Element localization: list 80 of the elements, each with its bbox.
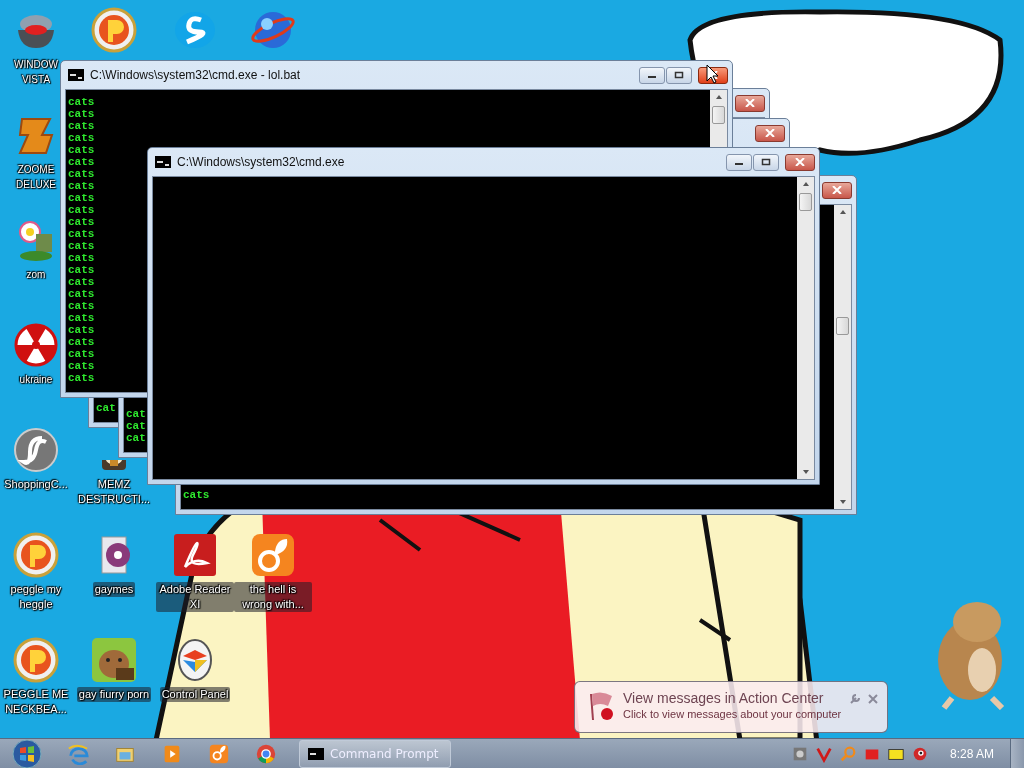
- taskbar-button[interactable]: Command Prompt: [299, 739, 451, 768]
- console-line: cats: [68, 180, 95, 192]
- console-icon: [155, 156, 171, 168]
- console-line: cats: [68, 372, 95, 384]
- console-line: cats: [68, 120, 95, 132]
- console-line: cats: [68, 204, 95, 216]
- hamster-icon[interactable]: [90, 636, 138, 684]
- console-line: cats: [68, 108, 95, 120]
- console-line: cats: [68, 216, 95, 228]
- icon-label[interactable]: gaymes: [92, 582, 136, 597]
- console-line: cats: [68, 132, 95, 144]
- console-line: cat: [126, 408, 146, 420]
- ball-icon[interactable]: [12, 636, 60, 684]
- console-line: cats: [68, 336, 95, 348]
- console-line: cats: [68, 144, 95, 156]
- clock[interactable]: 8:28 AM: [949, 746, 994, 761]
- show-desktop-button[interactable]: [1010, 738, 1024, 768]
- console-line: cats: [68, 228, 95, 240]
- console-line: cats: [68, 300, 95, 312]
- icon-label[interactable]: MEMZ DESTRUCTI...: [76, 477, 152, 507]
- close-icon: [765, 129, 775, 137]
- swirl-tile-icon[interactable]: [171, 531, 219, 579]
- icon-label[interactable]: ShoppingC...: [4, 477, 68, 492]
- icon-label[interactable]: WINDOW VISTA: [12, 57, 60, 87]
- icon-label[interactable]: peggle my heggle: [0, 582, 72, 612]
- window-title: C:\Windows\system32\cmd.exe: [177, 155, 345, 169]
- notification-text: Click to view messages about your computer: [623, 708, 843, 720]
- close-icon: [708, 71, 718, 79]
- console-line: cats: [68, 252, 95, 264]
- window-title: C:\Windows\system32\cmd.exe - lol.bat: [90, 68, 301, 82]
- maximize-button[interactable]: [666, 66, 692, 84]
- icon-label[interactable]: ukraine: [19, 372, 53, 387]
- console-line: cats: [68, 240, 95, 252]
- console-line: cats: [68, 312, 95, 324]
- close-button[interactable]: [785, 153, 815, 171]
- minimize-button[interactable]: [639, 66, 665, 84]
- squirrel-icon[interactable]: [249, 531, 297, 579]
- console-icon: [308, 747, 324, 760]
- console-line: cats: [68, 348, 95, 360]
- notification-title: View messages in Action Center: [623, 690, 825, 706]
- close-button[interactable]: [755, 124, 785, 142]
- console-icon: [68, 69, 84, 81]
- console-line: cats: [68, 276, 95, 288]
- icon-label[interactable]: ZOOME DELUXE: [12, 162, 60, 192]
- close-button[interactable]: [735, 94, 765, 112]
- radiation-icon[interactable]: [12, 321, 60, 369]
- icon-label[interactable]: zom: [26, 267, 46, 282]
- console-line: cats: [68, 192, 95, 204]
- icon-label[interactable]: gay fiurry porn: [76, 687, 152, 702]
- disc-icon[interactable]: [12, 426, 60, 474]
- console-line: cats: [68, 168, 95, 180]
- ball-icon[interactable]: [12, 531, 60, 579]
- maximize-icon: [761, 158, 771, 166]
- console-line: cats: [68, 288, 95, 300]
- maximize-button[interactable]: [753, 153, 779, 171]
- scroll-thumb[interactable]: [712, 106, 725, 124]
- close-icon[interactable]: [867, 693, 879, 705]
- console-line: cat: [126, 432, 146, 444]
- ball-icon[interactable]: [90, 6, 138, 54]
- scroll-thumb[interactable]: [799, 193, 812, 211]
- cursor-icon: [706, 64, 718, 84]
- console-line: cats: [68, 96, 95, 108]
- console-line: cats: [68, 156, 95, 168]
- maximize-icon: [674, 71, 684, 79]
- close-icon: [745, 99, 755, 107]
- console-line: cats: [68, 324, 95, 336]
- console-line: cats: [183, 489, 210, 501]
- wrench-icon[interactable]: [849, 693, 861, 705]
- close-button[interactable]: [822, 181, 852, 199]
- console-line: cat: [126, 420, 146, 432]
- minimize-button[interactable]: [726, 153, 752, 171]
- notification-balloon[interactable]: View messages in Action Center Click to view messages about your computer: [574, 681, 888, 733]
- close-icon: [795, 158, 805, 166]
- close-icon: [832, 186, 842, 194]
- console-line: cats: [68, 264, 95, 276]
- scroll-thumb[interactable]: [836, 317, 849, 335]
- icon-label[interactable]: Adobe Reader XI: [156, 582, 234, 612]
- console-line: cat: [96, 402, 116, 414]
- console-line: cats: [68, 360, 95, 372]
- icon-label[interactable]: PEGGLE ME NECKBEA...: [0, 687, 72, 717]
